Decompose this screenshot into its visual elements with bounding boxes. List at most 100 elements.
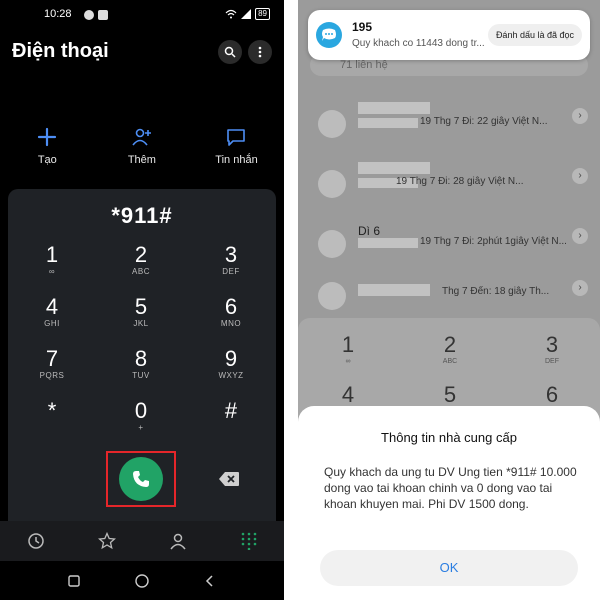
list-item[interactable]: Thg 7 Đến: 18 giây Th... › <box>298 262 600 322</box>
result-screen: 71 liên hệ 19 Thg 7 Đi: 22 giây Việt N..… <box>298 0 600 600</box>
key-digit: 5 <box>443 382 457 407</box>
contact-name: Dì 6 <box>358 224 381 238</box>
avatar <box>318 282 346 310</box>
keypad-icon[interactable] <box>240 532 258 550</box>
dial-key-8[interactable]: 8 TUV <box>101 347 181 381</box>
key-digit: 0 <box>134 398 148 423</box>
key-digit: 2 <box>134 242 148 267</box>
dial-key-2[interactable]: 2 ABC <box>101 243 181 277</box>
key-digit: 7 <box>45 346 59 371</box>
dialer-screen: 10:28 89 Điện thoại Tạo Thêm Tin nhắn *9… <box>0 0 284 600</box>
chevron-right-icon[interactable]: › <box>572 108 588 124</box>
notification-banner[interactable]: 195 Quy khach co 11443 dong tr... Đánh d… <box>308 10 590 60</box>
key-digit: 1 <box>45 242 59 267</box>
key-letters <box>12 423 92 433</box>
recents-icon[interactable] <box>27 532 45 550</box>
system-navigation <box>0 561 284 600</box>
ok-button[interactable]: OK <box>320 550 578 586</box>
signal-icon <box>241 9 252 19</box>
back-icon[interactable] <box>203 574 217 588</box>
dial-key-hash[interactable]: # <box>191 399 271 433</box>
key-digit: 5 <box>134 294 148 319</box>
action-label: Tin nhắn <box>215 154 258 166</box>
home-icon[interactable] <box>134 573 150 589</box>
dial-key-1[interactable]: 1 ∞ <box>12 243 92 277</box>
call-meta: 19 Thg 7 Đi: 22 giây Việt N... <box>420 116 548 127</box>
plus-icon <box>38 127 57 147</box>
create-contact-action[interactable]: Tạo <box>0 126 95 166</box>
key-letters: DEF <box>545 358 559 365</box>
dial-key-6[interactable]: 6 MNO <box>191 295 271 329</box>
dial-key-1: 1 ∞ <box>318 332 378 365</box>
battery-indicator: 89 <box>255 8 270 20</box>
chevron-right-icon[interactable]: › <box>572 280 588 296</box>
status-time: 10:28 <box>44 8 72 20</box>
dial-pad: *911# 1 ∞ 2 ABC 3 DEF 4 GHI 5 JKL 6 MNO 7 PQRS 8 TUV 9 WX… <box>8 189 276 521</box>
list-item[interactable]: 19 Thg 7 Đi: 28 giây Việt N... › <box>298 150 600 210</box>
avatar <box>318 230 346 258</box>
key-digit: * <box>47 398 57 423</box>
key-letters: DEF <box>222 267 240 276</box>
dial-key-7[interactable]: 7 PQRS <box>12 347 92 381</box>
key-digit: 3 <box>545 332 559 357</box>
redacted-number <box>358 118 418 128</box>
key-letters: TUV <box>132 371 150 380</box>
chevron-right-icon[interactable]: › <box>572 168 588 184</box>
action-label: Thêm <box>127 154 156 166</box>
notification-icon <box>84 10 94 20</box>
dial-key-4[interactable]: 4 GHI <box>12 295 92 329</box>
key-letters: ABC <box>132 267 150 276</box>
page-title: Điện thoại <box>12 40 109 62</box>
dialed-number: *911# <box>111 203 173 228</box>
image-icon <box>98 10 108 20</box>
key-digit: # <box>224 398 238 423</box>
dialog-message: Quy khach da ung tu DV Ung tien *911# 10… <box>324 465 577 511</box>
phone-icon <box>133 471 149 487</box>
key-letters <box>191 423 271 433</box>
add-to-contact-action[interactable]: Thêm <box>95 126 190 166</box>
messages-app-icon <box>316 22 342 48</box>
dial-key-3[interactable]: 3 DEF <box>191 243 271 277</box>
key-letters: + <box>138 423 144 432</box>
key-digit: 8 <box>134 346 148 371</box>
list-item[interactable]: Dì 6 19 Thg 7 Đi: 2phút 1giây Việt N... … <box>298 210 600 270</box>
redacted-name <box>358 162 430 174</box>
bottom-navigation <box>0 521 284 561</box>
dial-key-star[interactable]: * <box>12 399 92 433</box>
key-letters: ∞ <box>48 267 56 276</box>
key-letters: PQRS <box>39 371 65 380</box>
chevron-right-icon[interactable]: › <box>572 228 588 244</box>
message-icon <box>227 129 246 146</box>
call-meta: Thg 7 Đến: 18 giây Th... <box>442 286 550 297</box>
call-button-highlight <box>106 451 176 507</box>
redacted-name <box>358 284 430 296</box>
call-button[interactable] <box>119 457 163 501</box>
send-message-action[interactable]: Tin nhắn <box>189 126 284 166</box>
more-options-button[interactable] <box>248 40 272 64</box>
key-letters: MNO <box>220 319 242 328</box>
mark-as-read-button[interactable]: Đánh dấu là đã đọc <box>487 24 582 46</box>
more-vertical-icon <box>258 46 262 58</box>
add-person-icon <box>132 128 151 146</box>
list-item[interactable]: 19 Thg 7 Đi: 22 giây Việt N... › <box>298 90 600 150</box>
key-digit: 3 <box>224 242 238 267</box>
dial-key-5[interactable]: 5 JKL <box>101 295 181 329</box>
dial-key-0[interactable]: 0 + <box>101 399 181 433</box>
key-letters: WXYZ <box>218 371 244 380</box>
key-letters: JKL <box>133 319 149 328</box>
redacted-number <box>358 238 418 248</box>
contacts-person-icon[interactable] <box>169 532 187 550</box>
call-meta: 19 Thg 7 Đi: 28 giây Việt N... <box>396 176 524 187</box>
backspace-icon[interactable] <box>218 471 240 487</box>
favorites-star-icon[interactable] <box>97 532 116 550</box>
dial-key-2: 2 ABC <box>420 332 480 365</box>
status-bar: 10:28 89 <box>0 8 284 24</box>
notification-sender: 195 <box>352 20 373 34</box>
dial-key-6: 6 <box>522 382 582 408</box>
dial-key-9[interactable]: 9 WXYZ <box>191 347 271 381</box>
key-letters: ABC <box>442 358 458 365</box>
search-button[interactable] <box>218 40 242 64</box>
recent-apps-icon[interactable] <box>67 574 81 588</box>
wifi-icon <box>225 9 237 19</box>
key-digit: 6 <box>545 382 559 407</box>
